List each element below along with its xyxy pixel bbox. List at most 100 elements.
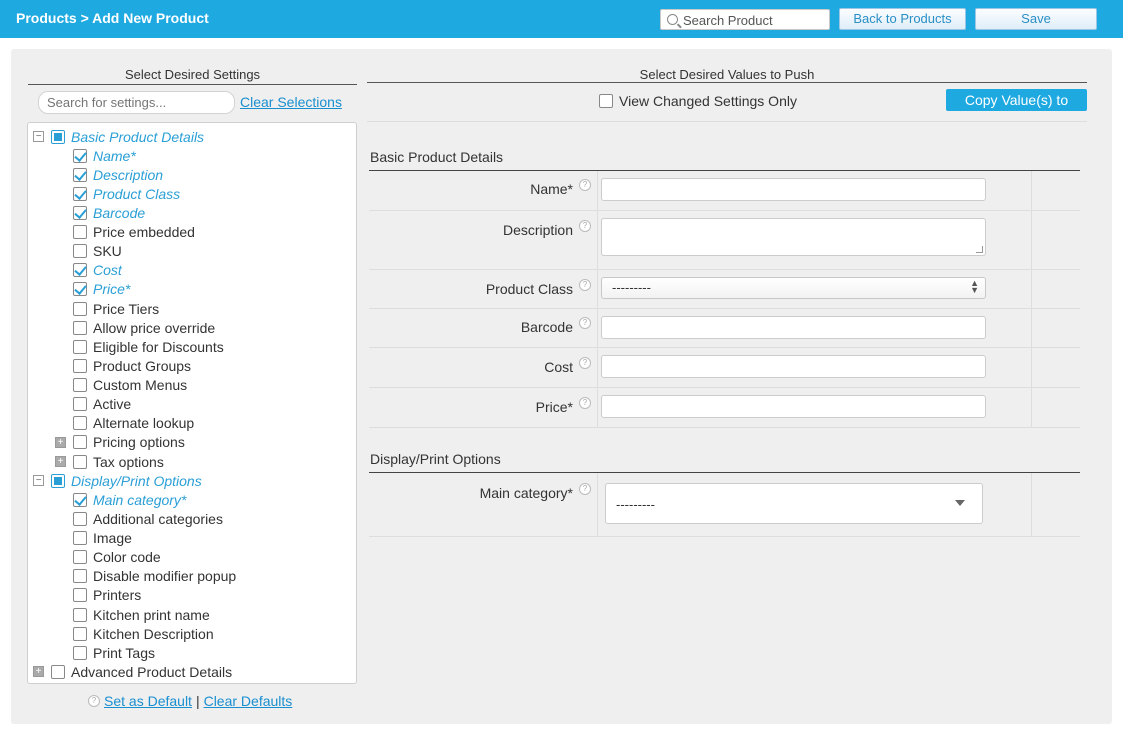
help-icon[interactable]: ? <box>579 483 591 495</box>
tree-item[interactable]: Cost <box>73 261 122 280</box>
tree-item[interactable]: Price embedded <box>73 223 195 242</box>
tree-item-checkbox[interactable] <box>73 225 87 240</box>
field-label-text: Cost <box>544 359 573 375</box>
tree-item[interactable]: Product Class <box>73 184 180 203</box>
help-icon[interactable]: ? <box>579 179 591 191</box>
tree-item[interactable]: Price Tiers <box>73 299 159 318</box>
tree-item-checkbox[interactable] <box>73 511 87 526</box>
price-input[interactable] <box>601 395 986 418</box>
tree-item-checkbox[interactable] <box>73 378 87 393</box>
tree-item[interactable]: + Tax options <box>55 452 164 471</box>
main-category-select[interactable]: --------- <box>605 483 983 524</box>
column-divider <box>1031 473 1032 536</box>
tree-item-checkbox[interactable] <box>73 550 87 565</box>
copy-values-button[interactable]: Copy Value(s) to <box>946 89 1087 111</box>
collapse-icon[interactable]: − <box>33 131 44 142</box>
expand-icon[interactable]: + <box>55 456 66 468</box>
tree-item-checkbox[interactable] <box>73 607 87 622</box>
view-changed-checkbox[interactable] <box>599 94 613 108</box>
tree-item-checkbox[interactable] <box>73 148 87 163</box>
barcode-input[interactable] <box>601 316 986 339</box>
clear-defaults-link[interactable]: Clear Defaults <box>204 693 293 709</box>
tree-item-checkbox[interactable] <box>73 167 87 182</box>
tree-item[interactable]: Active <box>73 395 131 414</box>
tree-item-checkbox[interactable] <box>73 435 87 450</box>
tree-item[interactable]: Kitchen print name <box>73 605 210 624</box>
tree-item[interactable]: Custom Menus <box>73 376 187 395</box>
tree-item-label: Allow price override <box>93 319 216 336</box>
help-icon[interactable]: ? <box>579 397 591 409</box>
tree-item-checkbox[interactable] <box>73 531 87 546</box>
tree-item[interactable]: Alternate lookup <box>73 414 194 433</box>
column-divider <box>597 388 598 427</box>
tree-item[interactable]: Name* <box>73 146 136 165</box>
tree-item[interactable]: Color code <box>73 548 161 567</box>
clear-selections-link[interactable]: Clear Selections <box>240 94 342 110</box>
tree-item-checkbox[interactable] <box>73 263 87 278</box>
tree-item[interactable]: Additional categories <box>73 509 223 528</box>
tree-item-checkbox[interactable] <box>73 358 87 373</box>
tree-item[interactable]: Allow price override <box>73 318 215 337</box>
field-label-text: Main category* <box>479 485 573 501</box>
tree-item[interactable]: SKU <box>73 242 122 261</box>
tree-item[interactable]: + Advanced Product Details <box>33 662 232 681</box>
cost-input[interactable] <box>601 355 986 378</box>
tree-item[interactable]: Kitchen Description <box>73 624 214 643</box>
set-as-default-link[interactable]: Set as Default <box>104 693 192 709</box>
tree-item-checkbox[interactable] <box>73 205 87 220</box>
tree-item-checkbox[interactable] <box>73 588 87 603</box>
product-search-input[interactable]: Search Product <box>660 9 830 30</box>
expand-icon[interactable]: + <box>33 666 44 678</box>
expand-icon[interactable]: + <box>55 436 66 448</box>
tree-item[interactable]: Price* <box>73 280 130 299</box>
tree-item-checkbox[interactable] <box>51 473 65 488</box>
tree-item-checkbox[interactable] <box>73 454 87 469</box>
tree-item-checkbox[interactable] <box>73 645 87 660</box>
tree-item-checkbox[interactable] <box>73 282 87 297</box>
tree-item-checkbox[interactable] <box>51 129 65 144</box>
tree-item-checkbox[interactable] <box>73 569 87 584</box>
tree-item[interactable]: Description <box>73 165 163 184</box>
description-textarea[interactable] <box>601 218 986 256</box>
tree-item[interactable]: Printers <box>73 586 141 605</box>
tree-item[interactable]: Main category* <box>73 490 186 509</box>
tree-item-checkbox[interactable] <box>51 664 65 679</box>
help-icon[interactable]: ? <box>579 357 591 369</box>
help-icon[interactable]: ? <box>579 279 591 291</box>
tree-item-label: Active <box>93 396 132 413</box>
tree-item-label: Basic Product Details <box>71 128 205 145</box>
name-input[interactable] <box>601 178 986 201</box>
tree-item[interactable]: Product Groups <box>73 356 191 375</box>
tree-item-checkbox[interactable] <box>73 416 87 431</box>
help-icon[interactable]: ? <box>579 317 591 329</box>
tree-item-label: Price Tiers <box>93 300 160 317</box>
tree-item-checkbox[interactable] <box>73 320 87 335</box>
tree-item[interactable]: Image <box>73 529 132 548</box>
tree-item[interactable]: Disable modifier popup <box>73 567 236 586</box>
settings-search-input[interactable] <box>38 91 235 114</box>
back-to-products-button[interactable]: Back to Products <box>839 8 966 30</box>
tree-item-checkbox[interactable] <box>73 397 87 412</box>
help-icon[interactable]: ? <box>579 220 591 232</box>
tree-item-checkbox[interactable] <box>73 339 87 354</box>
tree-item[interactable]: − Basic Product Details <box>33 127 204 146</box>
tree-item[interactable]: − Display/Print Options <box>33 471 202 490</box>
save-button[interactable]: Save <box>975 8 1097 30</box>
tree-item[interactable]: Eligible for Discounts <box>73 337 224 356</box>
form-row-cost: Cost? <box>369 348 1080 388</box>
tree-item[interactable]: + Pricing options <box>55 433 185 452</box>
help-icon[interactable]: ? <box>88 695 100 707</box>
tree-item[interactable]: Print Tags <box>73 643 155 662</box>
values-title-rule <box>367 82 1087 83</box>
product-class-select[interactable]: --------- ▲ ▼ <box>601 277 986 299</box>
tree-item-checkbox[interactable] <box>73 301 87 316</box>
tree-item-checkbox[interactable] <box>73 492 87 507</box>
column-divider <box>597 211 598 269</box>
collapse-icon[interactable]: − <box>33 475 44 487</box>
tree-item-checkbox[interactable] <box>73 244 87 259</box>
tree-item-checkbox[interactable] <box>73 186 87 201</box>
tree-item[interactable]: Barcode <box>73 203 145 222</box>
view-changed-toggle[interactable]: View Changed Settings Only <box>599 93 797 109</box>
tree-item-label: Alternate lookup <box>93 415 195 432</box>
tree-item-checkbox[interactable] <box>73 626 87 641</box>
